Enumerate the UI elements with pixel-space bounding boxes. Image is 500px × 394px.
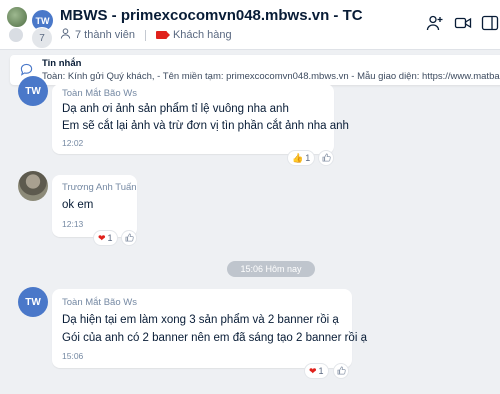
add-member-icon [426, 14, 444, 37]
message-time: 12:02 [62, 138, 84, 148]
thumbs-up-icon [322, 149, 331, 167]
sidebar-toggle-icon [481, 14, 499, 37]
sidebar-toggle-button[interactable] [479, 14, 500, 36]
chat-header: TW 7 MBWS - primexcocomvn048.mbws.vn - T… [0, 0, 500, 50]
like-button[interactable] [121, 230, 137, 246]
message-bubble[interactable]: Trương Anh Tuấn ok em 12:13 [52, 175, 137, 237]
thumbs-up-icon [337, 362, 346, 380]
sender-name: Toàn Mắt Bão Ws [62, 297, 137, 308]
message-line: Em sẽ cắt lại ảnh và trừ đơn vị tìn phần… [62, 120, 349, 132]
avatar[interactable] [18, 171, 48, 201]
like-button[interactable] [318, 150, 334, 166]
reaction-badge[interactable]: 👍 1 [287, 150, 316, 166]
conversation-title[interactable]: MBWS - primexcocomvn048.mbws.vn - TC [60, 7, 363, 24]
time-divider: 15:06 Hôm nay [227, 261, 315, 277]
tag-icon [155, 31, 170, 39]
pinned-message[interactable]: Tin nhắn Toàn: Kính gửi Quý khách, - Tên… [10, 55, 500, 85]
member-overflow-count: 7 [31, 27, 53, 49]
group-avatar[interactable]: TW 7 [6, 6, 54, 49]
message-line: Dạ anh ơi ảnh sản phẩm tỉ lệ vuông nha a… [62, 103, 289, 115]
sender-name: Trương Anh Tuấn [62, 182, 137, 193]
message-line: Dạ hiện tại em làm xong 3 sản phẩm và 2 … [62, 314, 339, 326]
members-count[interactable]: 7 thành viên [75, 29, 135, 41]
message-time: 12:13 [62, 219, 84, 229]
reaction-count: 1 [305, 153, 311, 163]
like-button[interactable] [333, 363, 349, 379]
video-call-icon [454, 14, 472, 37]
pinned-title: Tin nhắn [42, 58, 82, 69]
member-avatar-photo [6, 6, 28, 28]
message-line: ok em [62, 199, 94, 211]
sender-name: Toàn Mắt Bão Ws [62, 88, 137, 99]
members-icon [60, 28, 71, 42]
like-reaction-icon: 👍 [292, 152, 304, 163]
reaction-count: 1 [318, 366, 324, 376]
reaction-badge[interactable]: ❤ 1 [304, 363, 329, 379]
reaction-count: 1 [107, 233, 113, 243]
thumbs-up-icon [125, 229, 134, 247]
conversation-subtitle: 7 thành viên Khách hàng [60, 28, 232, 42]
message-bubble[interactable]: Toàn Mắt Bão Ws Dạ anh ơi ảnh sản phẩm t… [52, 84, 349, 154]
avatar[interactable]: TW [18, 287, 48, 317]
message-line: Gói của anh có 2 banner nên em đã sáng t… [62, 332, 367, 344]
member-avatar-small [8, 27, 24, 43]
message-bubble[interactable]: Toàn Mắt Bão Ws Dạ hiện tại em làm xong … [52, 289, 367, 368]
heart-reaction-icon: ❤ [309, 365, 317, 376]
add-member-button[interactable] [424, 14, 446, 36]
message-time: 15:06 [62, 351, 84, 361]
heart-reaction-icon: ❤ [98, 232, 106, 243]
customer-tag[interactable]: Khách hàng [173, 29, 232, 41]
reaction-badge[interactable]: ❤ 1 [93, 230, 118, 246]
subtitle-divider [144, 29, 146, 41]
video-call-button[interactable] [452, 14, 474, 36]
avatar[interactable]: TW [18, 76, 48, 106]
pinned-text: Toàn: Kính gửi Quý khách, - Tên miền tạm… [42, 71, 500, 82]
